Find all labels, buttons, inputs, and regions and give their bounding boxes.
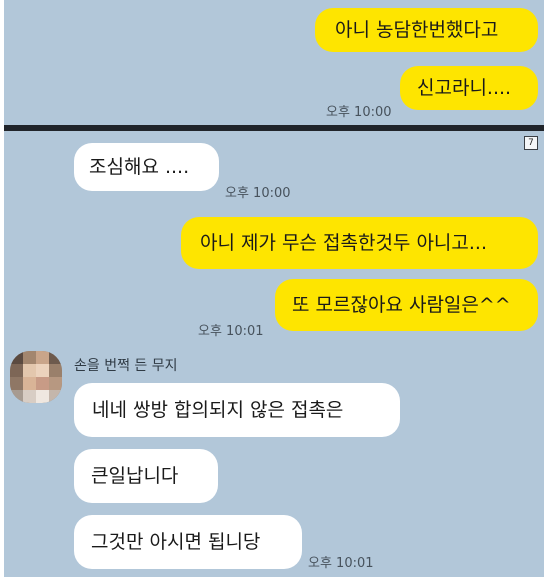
chat-panel-top: 아니 농담한번했다고 신고라니.... 오후 10:00 (4, 0, 544, 125)
sender-avatar[interactable] (10, 351, 62, 403)
unread-count-badge: 7 (524, 136, 538, 150)
other-message-bubble: 조심해요 .... (74, 143, 219, 191)
my-message-bubble: 아니 제가 무슨 접촉한것두 아니고... (181, 217, 538, 269)
message-timestamp: 오후 10:01 (308, 556, 374, 571)
message-timestamp: 오후 10:00 (326, 105, 392, 120)
other-message-bubble: 큰일납니다 (74, 449, 218, 503)
my-message-bubble: 신고라니.... (400, 66, 538, 110)
my-message-bubble: 아니 농담한번했다고 (315, 8, 538, 52)
sender-name: 손을 번쩍 든 무지 (74, 358, 178, 374)
chat-screenshot: 아니 농담한번했다고 신고라니.... 오후 10:00 7 조심해요 ....… (0, 0, 548, 577)
message-timestamp: 오후 10:00 (225, 186, 291, 201)
message-timestamp: 오후 10:01 (198, 324, 264, 339)
other-message-bubble: 그것만 아시면 됩니당 (74, 515, 302, 569)
my-message-bubble: 또 모르잖아요 사람일은^^ (275, 279, 538, 331)
chat-panel-bottom: 7 조심해요 .... 오후 10:00 아니 제가 무슨 접촉한것두 아니고.… (4, 131, 544, 577)
other-message-bubble: 네네 쌍방 합의되지 않은 접촉은 (74, 383, 400, 437)
